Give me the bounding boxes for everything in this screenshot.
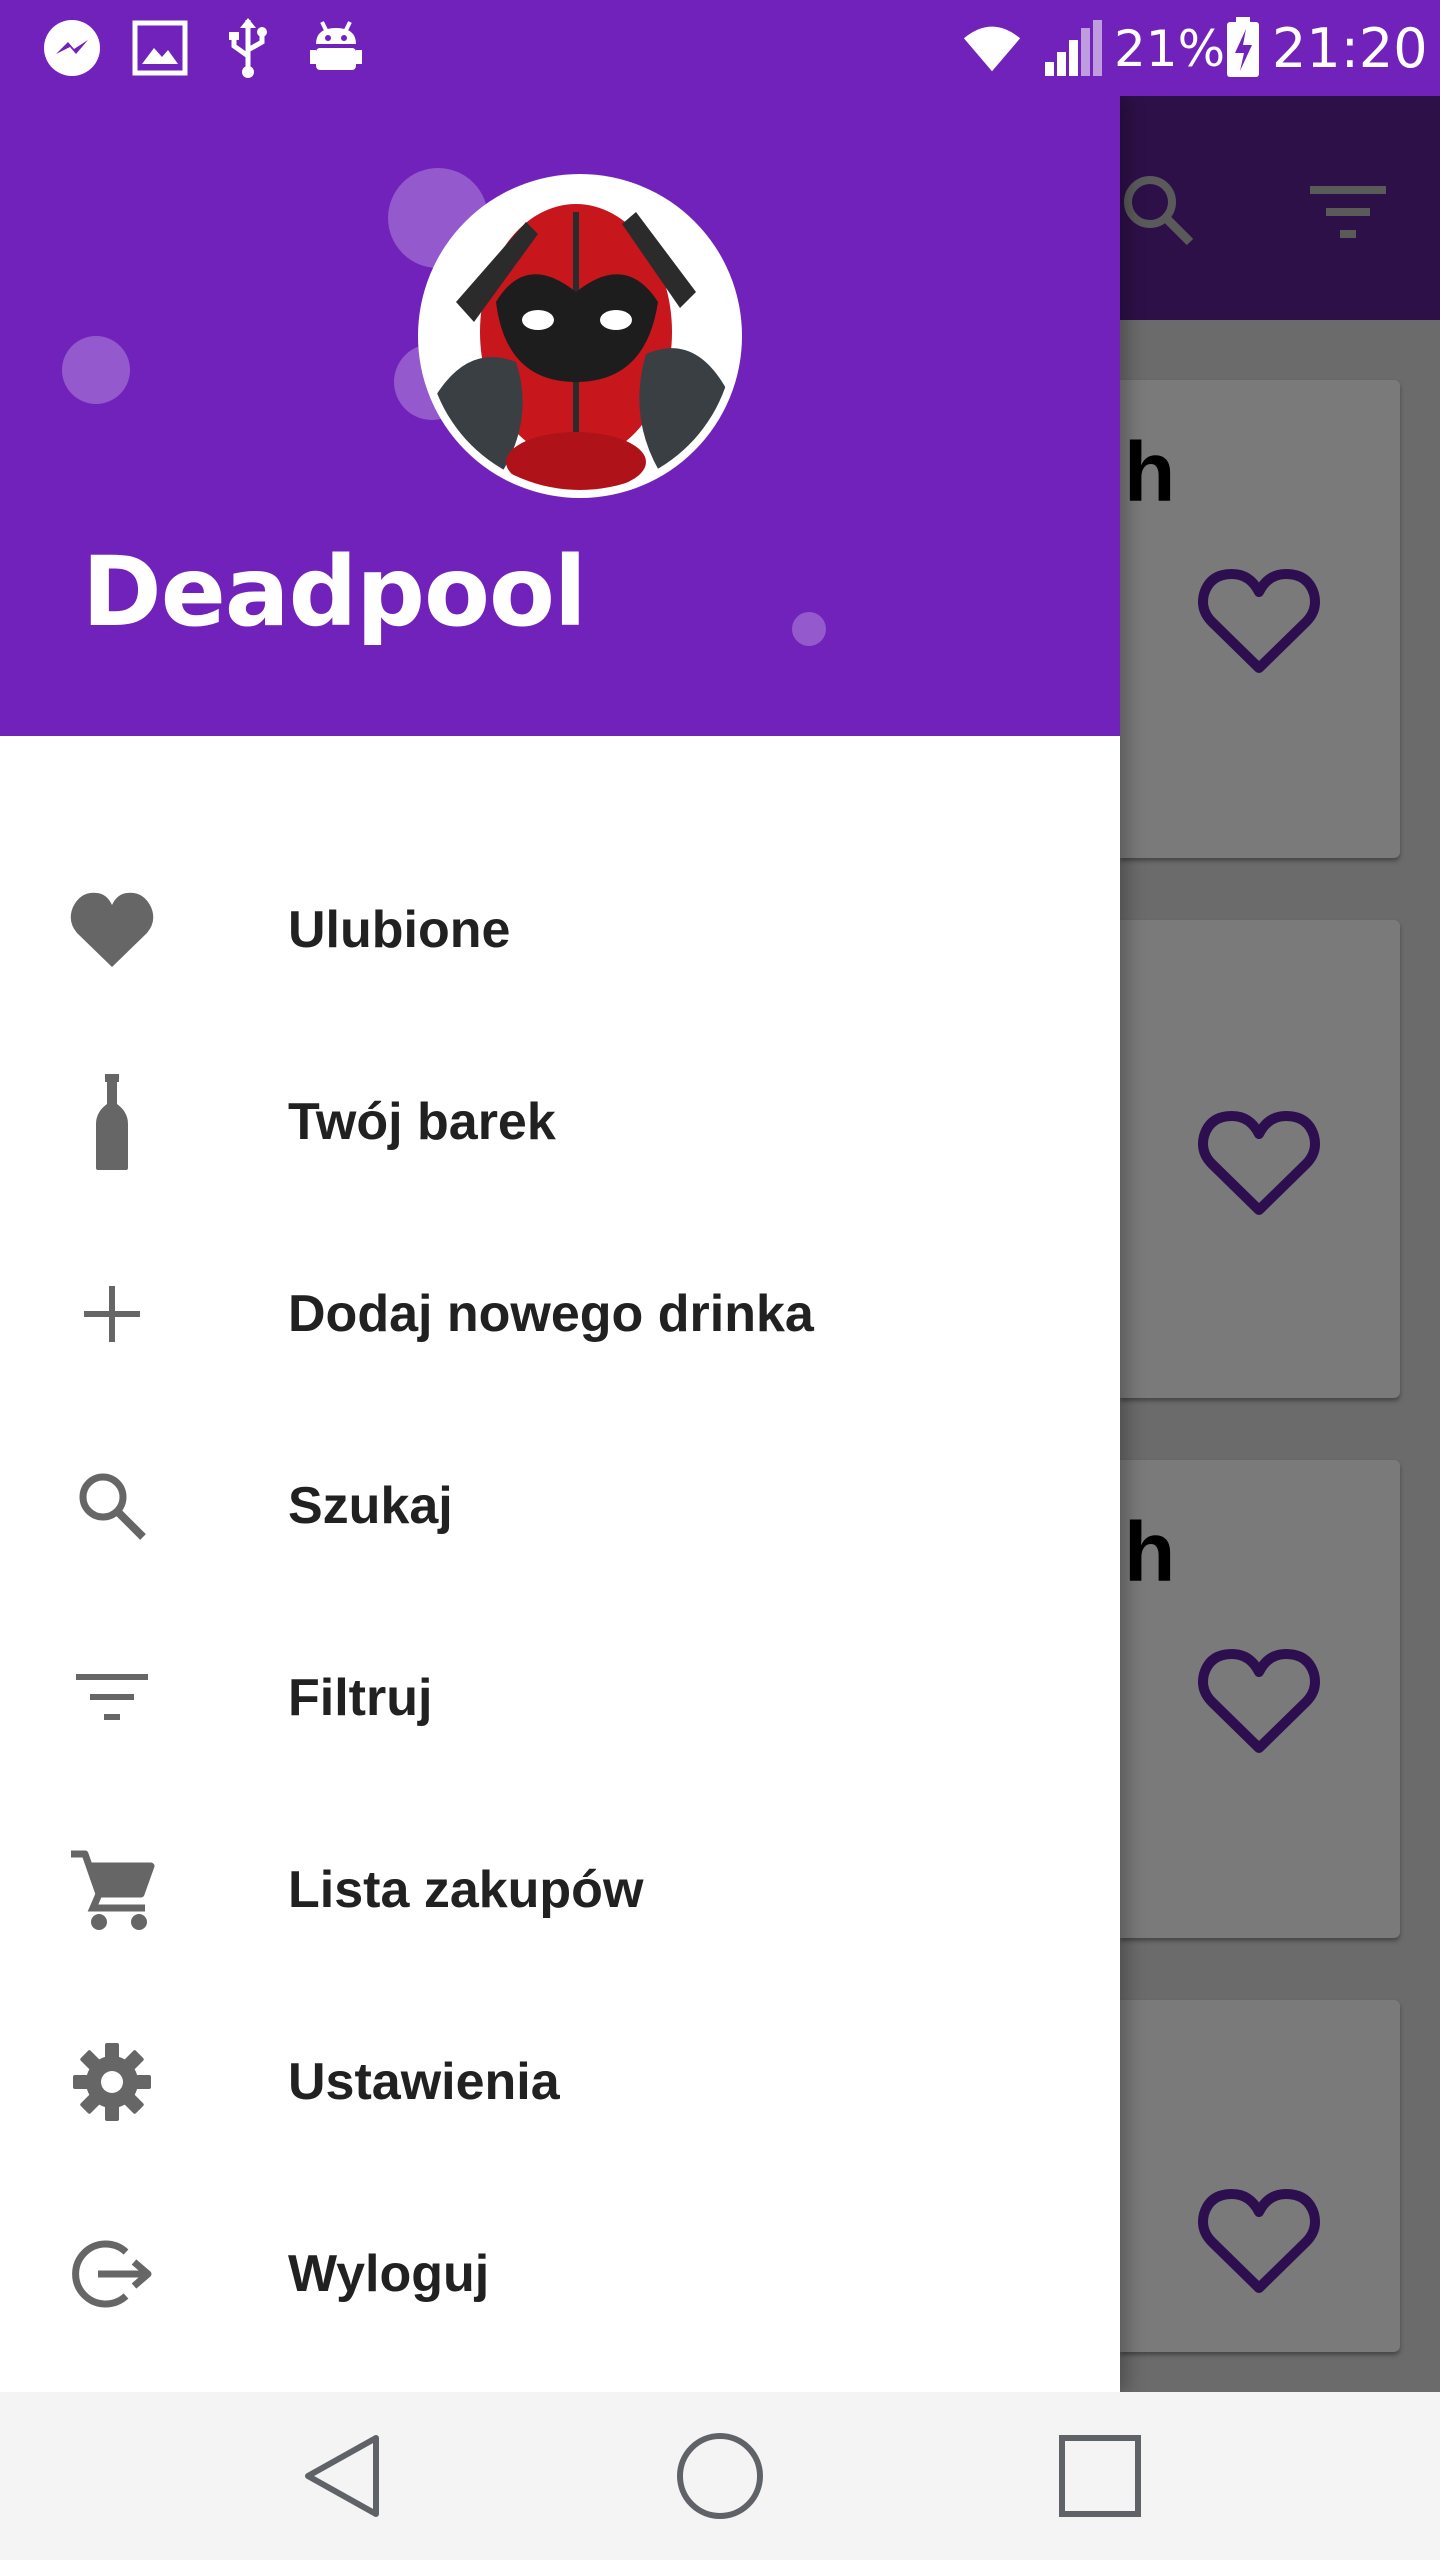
bottle-icon [58,1068,166,1176]
deadpool-avatar-image [426,182,734,490]
heart-outline-icon[interactable] [1196,2184,1322,2300]
decorative-bubble [62,336,130,404]
drawer-header: Deadpool [0,96,1120,736]
heart-outline-icon[interactable] [1196,564,1322,680]
menu-item-label: Lista zakupów [288,1861,644,1919]
menu-item-add-drink[interactable]: Dodaj nowego drinka [0,1214,1120,1406]
menu-item-label: Szukaj [288,1477,453,1535]
drink-card[interactable] [1120,920,1400,1398]
menu-item-search[interactable]: Szukaj [0,1406,1120,1598]
wifi-icon [960,16,1024,80]
drink-card[interactable]: h [1120,1460,1400,1938]
menu-item-your-bar[interactable]: Twój barek [0,1022,1120,1214]
image-icon [128,16,192,80]
home-icon[interactable] [660,2416,780,2536]
plus-icon [58,1260,166,1368]
background-toolbar [1120,96,1440,320]
menu-item-label: Twój barek [288,1093,556,1151]
status-bar: 21% 21:20 [0,0,1440,96]
menu-item-logout[interactable]: Wyloguj [0,2174,1120,2366]
android-debug-icon [304,16,368,80]
heart-icon [58,876,166,984]
search-icon[interactable] [1120,166,1210,256]
battery-charging-icon [1218,16,1268,80]
decorative-bubble [792,612,826,646]
usb-icon [216,16,280,80]
user-name: Deadpool [82,536,587,648]
menu-item-label: Wyloguj [288,2245,490,2303]
drink-card-title: h [1124,425,1176,519]
filter-icon[interactable] [1304,174,1394,254]
search-icon [58,1452,166,1560]
menu-item-settings[interactable]: Ustawienia [0,1982,1120,2174]
system-navigation-bar [0,2392,1440,2560]
cart-icon [58,1836,166,1944]
filter-icon [58,1644,166,1752]
drink-card[interactable] [1120,2000,1400,2352]
heart-outline-icon[interactable] [1196,1644,1322,1760]
battery-percent: 21% [1114,20,1226,78]
menu-item-shopping-list[interactable]: Lista zakupów [0,1790,1120,1982]
recents-icon[interactable] [1040,2416,1160,2536]
drink-card[interactable]: h [1120,380,1400,858]
menu-item-label: Filtruj [288,1669,433,1727]
menu-item-label: Ulubione [288,901,511,959]
menu-item-filter[interactable]: Filtruj [0,1598,1120,1790]
back-icon[interactable] [282,2416,402,2536]
heart-outline-icon[interactable] [1196,1106,1322,1222]
logout-icon [58,2220,166,2328]
menu-item-label: Dodaj nowego drinka [288,1285,814,1343]
navigation-drawer: Deadpool Ulubione Twój barek Dodaj noweg… [0,96,1120,2392]
signal-icon [1040,16,1104,80]
messenger-icon [40,16,104,80]
drink-card-title: h [1124,1505,1176,1599]
menu-item-favorites[interactable]: Ulubione [0,830,1120,1022]
avatar[interactable] [418,174,742,498]
gear-icon [58,2028,166,2136]
menu-item-label: Ustawienia [288,2053,560,2111]
clock: 21:20 [1272,17,1428,80]
